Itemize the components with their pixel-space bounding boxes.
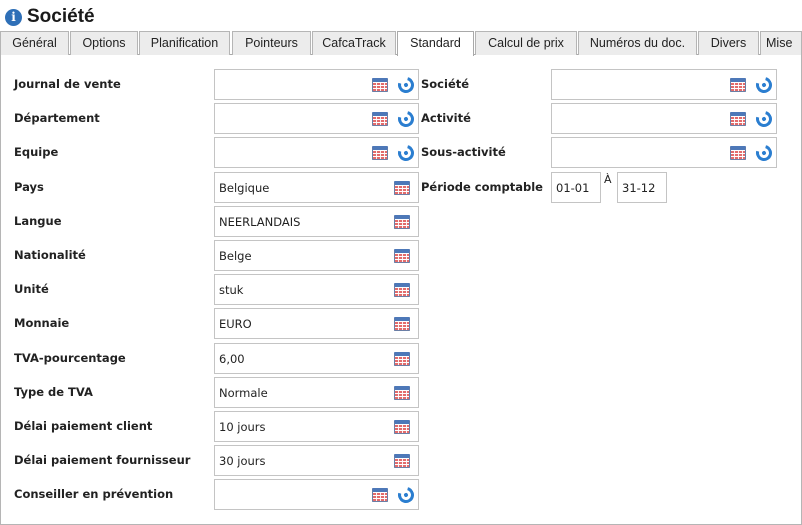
unite-label: Unité: [14, 282, 49, 296]
periode-comptable-label: Période comptable: [421, 180, 543, 194]
societe-label: Société: [421, 77, 470, 91]
delai-paiement-client-field[interactable]: 10 jours: [214, 411, 419, 442]
reset-icon[interactable]: [395, 142, 417, 164]
periode-from-field[interactable]: 01-01: [551, 172, 601, 203]
calendar-icon[interactable]: [394, 215, 410, 229]
delai-paiement-fournisseur-value: 30 jours: [219, 454, 266, 468]
activite-field[interactable]: [551, 103, 777, 134]
calendar-icon[interactable]: [394, 420, 410, 434]
nationalite-value: Belge: [219, 249, 252, 263]
journal-de-vente-field[interactable]: [214, 69, 419, 100]
page-header: i Société: [0, 0, 802, 30]
reset-icon[interactable]: [395, 108, 417, 130]
activite-label: Activité: [421, 111, 471, 125]
unite-value: stuk: [219, 283, 244, 297]
calendar-icon[interactable]: [730, 112, 746, 126]
calendar-icon[interactable]: [372, 488, 388, 502]
calendar-icon[interactable]: [372, 146, 388, 160]
reset-icon[interactable]: [395, 74, 417, 96]
tab-planification[interactable]: Planification: [139, 31, 230, 55]
tab-pointeurs[interactable]: Pointeurs: [232, 31, 311, 55]
tab-bar: Général Options Planification Pointeurs …: [0, 31, 802, 56]
tva-pourcentage-label: TVA-pourcentage: [14, 351, 126, 365]
equipe-label: Equipe: [14, 145, 59, 159]
calendar-icon[interactable]: [372, 112, 388, 126]
reset-icon[interactable]: [753, 74, 775, 96]
periode-to-field-value: 31-12: [622, 181, 656, 195]
periode-separator: À: [604, 173, 612, 186]
type-de-tva-value: Normale: [219, 386, 268, 400]
tab-calcul-de-prix[interactable]: Calcul de prix: [475, 31, 577, 55]
calendar-icon[interactable]: [394, 352, 410, 366]
calendar-icon[interactable]: [394, 283, 410, 297]
equipe-field[interactable]: [214, 137, 419, 168]
tva-pourcentage-field[interactable]: 6,00: [214, 343, 419, 374]
pays-field[interactable]: Belgique: [214, 172, 419, 203]
departement-field[interactable]: [214, 103, 419, 134]
type-de-tva-field[interactable]: Normale: [214, 377, 419, 408]
tab-options[interactable]: Options: [70, 31, 138, 55]
tva-pourcentage-value: 6,00: [219, 352, 245, 366]
tab-mise[interactable]: Mise: [760, 31, 802, 55]
conseiller-en-prevention-label: Conseiller en prévention: [14, 487, 174, 501]
tab-divers[interactable]: Divers: [698, 31, 759, 55]
langue-label: Langue: [14, 214, 62, 228]
delai-paiement-fournisseur-field[interactable]: 30 jours: [214, 445, 419, 476]
calendar-icon[interactable]: [730, 146, 746, 160]
calendar-icon[interactable]: [394, 181, 410, 195]
periode-from-field-value: 01-01: [556, 181, 590, 195]
type-de-tva-label: Type de TVA: [14, 385, 93, 399]
nationalite-field[interactable]: Belge: [214, 240, 419, 271]
pays-label: Pays: [14, 180, 44, 194]
sous-activite-field[interactable]: [551, 137, 777, 168]
calendar-icon[interactable]: [730, 78, 746, 92]
tab-numeros-du-doc[interactable]: Numéros du doc.: [578, 31, 697, 55]
page-title: Société: [27, 6, 95, 27]
langue-field[interactable]: NEERLANDAIS: [214, 206, 419, 237]
langue-value: NEERLANDAIS: [219, 215, 301, 229]
tab-cafcatrack[interactable]: CafcaTrack: [312, 31, 396, 55]
delai-paiement-client-value: 10 jours: [219, 420, 266, 434]
delai-paiement-client-label: Délai paiement client: [14, 419, 153, 433]
monnaie-field[interactable]: EURO: [214, 308, 419, 339]
societe-field[interactable]: [551, 69, 777, 100]
calendar-icon[interactable]: [394, 454, 410, 468]
calendar-icon[interactable]: [394, 317, 410, 331]
reset-icon[interactable]: [753, 142, 775, 164]
sous-activite-label: Sous-activité: [421, 145, 506, 159]
journal-de-vente-label: Journal de vente: [14, 77, 121, 91]
calendar-icon[interactable]: [394, 249, 410, 263]
departement-label: Département: [14, 111, 100, 125]
periode-to-field[interactable]: 31-12: [617, 172, 667, 203]
tab-standard[interactable]: Standard: [397, 31, 474, 56]
delai-paiement-fournisseur-label: Délai paiement fournisseur: [14, 453, 191, 467]
unite-field[interactable]: stuk: [214, 274, 419, 305]
info-icon: i: [5, 9, 22, 26]
conseiller-en-prevention-field[interactable]: [214, 479, 419, 510]
calendar-icon[interactable]: [394, 386, 410, 400]
monnaie-label: Monnaie: [14, 316, 70, 330]
reset-icon[interactable]: [753, 108, 775, 130]
tab-general[interactable]: Général: [0, 31, 69, 55]
monnaie-value: EURO: [219, 317, 252, 331]
pays-value: Belgique: [219, 181, 270, 195]
reset-icon[interactable]: [395, 484, 417, 506]
nationalite-label: Nationalité: [14, 248, 86, 262]
calendar-icon[interactable]: [372, 78, 388, 92]
